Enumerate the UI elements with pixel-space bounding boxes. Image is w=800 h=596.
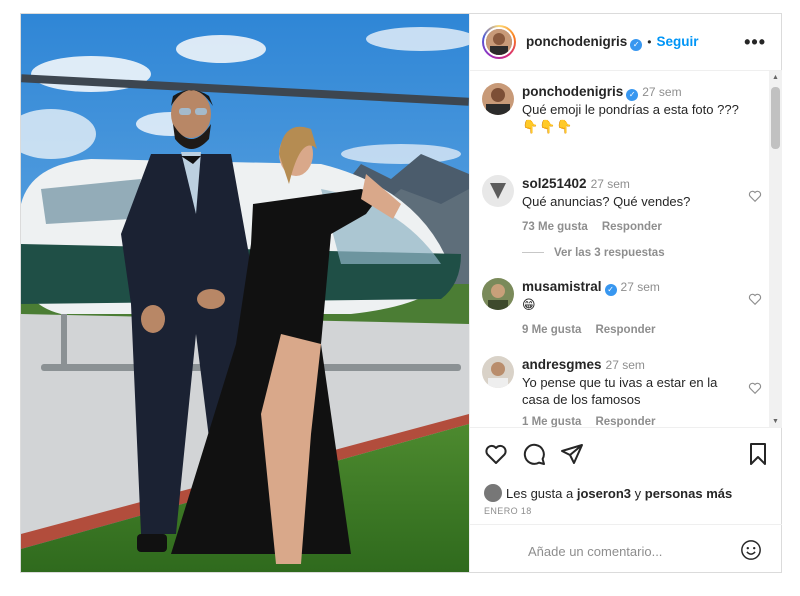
comment-icon[interactable]	[522, 442, 546, 466]
comment-item: andresgmes 27 sem Yo pense que tu ivas a …	[482, 356, 762, 427]
verified-icon: ✓	[630, 39, 643, 51]
avatar-image	[482, 278, 514, 310]
post-date[interactable]: ENERO 18	[484, 506, 532, 516]
caption-emoji: 👇👇👇	[522, 119, 574, 134]
post-dialog: ponchodenigris ✓ • Seguir ••• ponchodenigri…	[20, 13, 782, 573]
comment-item: sol251402 27 sem Qué anuncias? Qué vendes…	[482, 175, 762, 239]
avatar-image	[482, 356, 514, 388]
comment-meta: 9 Me gusta Responder	[522, 322, 740, 339]
post-header: ponchodenigris ✓ • Seguir •••	[470, 14, 782, 71]
comment-body: andresgmes 27 sem Yo pense que tu ivas a …	[522, 356, 740, 427]
more-icon[interactable]: •••	[744, 32, 766, 53]
reply-button[interactable]: Responder	[595, 324, 655, 336]
avatar[interactable]	[482, 83, 514, 115]
emoji-icon[interactable]	[740, 539, 762, 561]
liked-by-connector: y	[634, 486, 642, 501]
author-avatar[interactable]	[482, 25, 516, 59]
comment-input[interactable]	[526, 539, 730, 563]
comment-username[interactable]: sol251402	[522, 176, 587, 191]
verified-icon: ✓	[604, 284, 617, 296]
follow-button[interactable]: Seguir	[656, 34, 698, 49]
post-photo[interactable]	[21, 14, 469, 572]
comment-username[interactable]: musamistral	[522, 279, 602, 294]
add-comment-bar	[470, 524, 782, 577]
avatar-image	[482, 175, 514, 207]
verified-icon: ✓	[626, 89, 639, 101]
comment-item: musamistral ✓ 27 sem 😁 9 Me gusta Responder	[482, 278, 762, 336]
author-username[interactable]: ponchodenigris	[526, 34, 627, 49]
liked-by-others[interactable]: personas más	[645, 486, 732, 501]
comment-likes[interactable]: 1 Me gusta	[522, 416, 581, 427]
comment-time[interactable]: 27 sem	[606, 358, 645, 372]
view-replies-button[interactable]: Ver las 3 respuestas	[522, 247, 665, 259]
avatar-image	[486, 29, 512, 55]
liked-by: Les gusta a joseron3 y personas más	[484, 484, 732, 502]
scrollbar-thumb[interactable]	[771, 87, 780, 149]
avatar[interactable]	[482, 175, 514, 207]
comment-meta: 1 Me gusta Responder	[522, 414, 740, 427]
comment-username[interactable]: andresgmes	[522, 357, 602, 372]
scroll-down-arrow-icon[interactable]: ▼	[772, 418, 779, 425]
caption-text: Qué emoji le pondrías a esta foto ???	[522, 102, 739, 117]
post-image	[21, 14, 469, 572]
comment-likes[interactable]: 9 Me gusta	[522, 324, 581, 336]
view-replies-label: Ver las 3 respuestas	[554, 247, 665, 259]
caption: ponchodenigris ✓ 27 sem Qué emoji le pondr…	[482, 83, 762, 138]
bookmark-icon[interactable]	[746, 442, 770, 466]
comment-text: Yo pense que tu ivas a estar en la casa …	[522, 375, 718, 407]
comment-body: sol251402 27 sem Qué anuncias? Qué vendes…	[522, 175, 740, 236]
scroll-up-arrow-icon[interactable]: ▲	[772, 74, 779, 81]
comment-body: musamistral ✓ 27 sem 😁 9 Me gusta Responder	[522, 278, 740, 339]
comment-time[interactable]: 27 sem	[591, 177, 630, 191]
heart-icon[interactable]	[748, 292, 762, 306]
separator-dot: •	[647, 35, 652, 49]
heart-icon[interactable]	[484, 442, 508, 466]
heart-icon[interactable]	[748, 381, 762, 395]
caption-username[interactable]: ponchodenigris	[522, 84, 623, 99]
comment-meta: 73 Me gusta Responder	[522, 219, 740, 236]
post-sidebar: ponchodenigris ✓ • Seguir ••• ponchodenigri…	[469, 14, 782, 572]
avatar-image	[482, 83, 514, 115]
comments-scrollbar[interactable]: ▲ ▼	[769, 71, 782, 427]
post-actions: Les gusta a joseron3 y personas más ENER…	[470, 427, 782, 578]
avatar	[484, 27, 514, 57]
comment-likes[interactable]: 73 Me gusta	[522, 221, 588, 233]
avatar[interactable]	[482, 356, 514, 388]
comment-time[interactable]: 27 sem	[621, 280, 660, 294]
liked-by-prefix: Les gusta a	[506, 486, 574, 501]
reply-button[interactable]: Responder	[595, 416, 655, 427]
share-icon[interactable]	[560, 442, 584, 466]
replies-line	[522, 252, 544, 254]
liked-by-user[interactable]: joseron3	[577, 486, 631, 501]
caption-time[interactable]: 27 sem	[642, 85, 681, 99]
header-text: ponchodenigris ✓ • Seguir	[526, 33, 698, 51]
comments-list: ponchodenigris ✓ 27 sem Qué emoji le pondr…	[470, 71, 782, 427]
heart-icon[interactable]	[748, 189, 762, 203]
comment-text: 😁	[522, 297, 536, 312]
caption-body: ponchodenigris ✓ 27 sem Qué emoji le pondr…	[522, 83, 740, 135]
reply-button[interactable]: Responder	[602, 221, 662, 233]
avatar[interactable]	[484, 484, 502, 502]
avatar[interactable]	[482, 278, 514, 310]
comment-text: Qué anuncias? Qué vendes?	[522, 194, 691, 209]
